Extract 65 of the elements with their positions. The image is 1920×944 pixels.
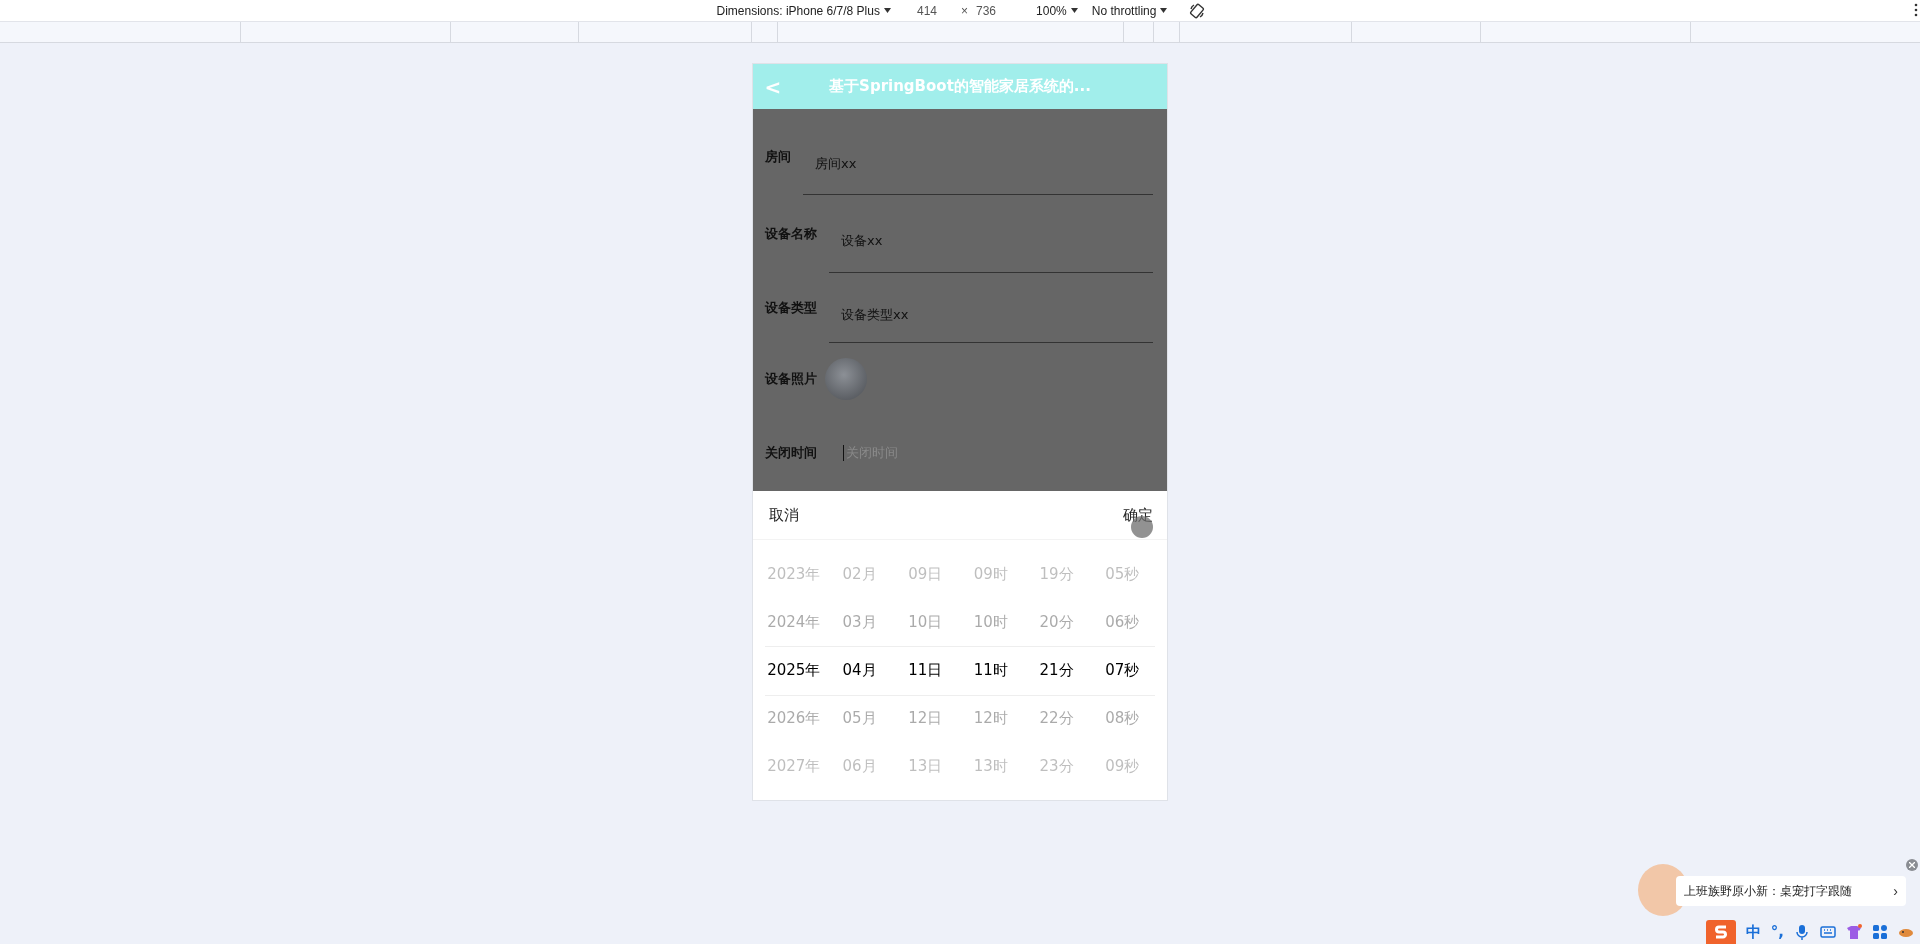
photo-placeholder[interactable]	[825, 358, 867, 400]
picker-option[interactable]: 2024年	[761, 598, 827, 646]
height-value: 736	[976, 3, 997, 18]
chevron-button[interactable]: ›	[1885, 883, 1906, 899]
field-label: 房间	[765, 147, 791, 166]
ime-logo-icon[interactable]	[1705, 920, 1736, 944]
close-button[interactable]	[1906, 859, 1918, 871]
text-field[interactable]: 房间xx	[803, 133, 1153, 195]
field-label: 设备类型	[765, 298, 817, 317]
text-field[interactable]: 设备xx	[829, 208, 1153, 273]
picker-option[interactable]: 04月	[826, 646, 893, 694]
picker-option[interactable]: 06秒	[1089, 598, 1156, 646]
page-title: 基于SpringBoot的智能家居系统的...	[828, 77, 1092, 96]
picker-option[interactable]: 10日	[892, 598, 958, 646]
back-button[interactable]: <	[763, 74, 783, 99]
picker-option[interactable]: 2026年	[761, 694, 827, 742]
picker-option[interactable]: 12时	[958, 694, 1024, 742]
device-dropdown[interactable]: Dimensions: iPhone 6/7/8 Plus	[714, 3, 893, 18]
width-value: 414	[916, 3, 937, 18]
picker-option[interactable]: 06月	[826, 742, 893, 790]
field-label: 关闭时间	[765, 444, 817, 462]
picker-option[interactable]: 09秒	[1089, 742, 1156, 790]
more-options-icon[interactable]	[1914, 3, 1918, 17]
picker-option[interactable]: 2027年	[761, 742, 827, 790]
picker-option[interactable]: 07秒	[1089, 646, 1156, 694]
throttling-dropdown[interactable]: No throttling	[1089, 3, 1170, 18]
input-mode-toggle[interactable]: 中	[1745, 922, 1761, 942]
grid-icon[interactable]	[1872, 924, 1888, 940]
picker-option[interactable]: 2023年	[761, 550, 827, 598]
picker-option[interactable]: 05月	[826, 694, 893, 742]
microphone-icon[interactable]	[1794, 924, 1810, 940]
zoom-dropdown[interactable]: 100%	[1034, 3, 1080, 18]
notification-text: 上班族野原小新：桌宠打字跟随	[1684, 882, 1853, 900]
picker-option[interactable]: 2025年	[761, 646, 827, 694]
picker-option[interactable]: 05秒	[1089, 550, 1156, 598]
times-sign: ×	[961, 3, 968, 18]
rotate-icon[interactable]	[1189, 2, 1206, 19]
confirm-button[interactable]: 确定	[1123, 505, 1153, 525]
picker-option[interactable]: 03月	[826, 598, 893, 646]
field-label: 设备照片	[765, 370, 817, 388]
keyboard-icon[interactable]	[1820, 924, 1836, 940]
picker-option[interactable]: 02月	[826, 550, 893, 598]
picker-option[interactable]: 19分	[1023, 550, 1090, 598]
picker-option[interactable]: 10时	[958, 598, 1024, 646]
picker-option[interactable]: 21分	[1023, 646, 1090, 694]
picker-option[interactable]: 11时	[958, 646, 1024, 694]
picker-option[interactable]: 20分	[1023, 598, 1090, 646]
picker-option[interactable]: 13时	[958, 742, 1024, 790]
field-label: 设备名称	[765, 224, 817, 243]
punctuation-toggle[interactable]: °,	[1770, 923, 1784, 941]
picker-option[interactable]: 22分	[1023, 694, 1090, 742]
picker-option[interactable]: 09时	[958, 550, 1024, 598]
caret-icon	[1070, 8, 1078, 13]
picker-option[interactable]: 23分	[1023, 742, 1090, 790]
picker-option[interactable]: 08秒	[1089, 694, 1156, 742]
caret-icon	[883, 8, 891, 13]
caret-icon	[1160, 8, 1168, 13]
picker-option[interactable]: 09日	[892, 550, 958, 598]
picker-option[interactable]: 12日	[892, 694, 958, 742]
picker-option[interactable]: 11日	[892, 646, 958, 694]
picker-option[interactable]: 13日	[892, 742, 958, 790]
cancel-button[interactable]: 取消	[769, 505, 799, 525]
shirt-icon[interactable]	[1846, 924, 1862, 940]
close-icon	[1909, 862, 1915, 868]
text-field[interactable]: 设备类型xx	[829, 286, 1153, 343]
